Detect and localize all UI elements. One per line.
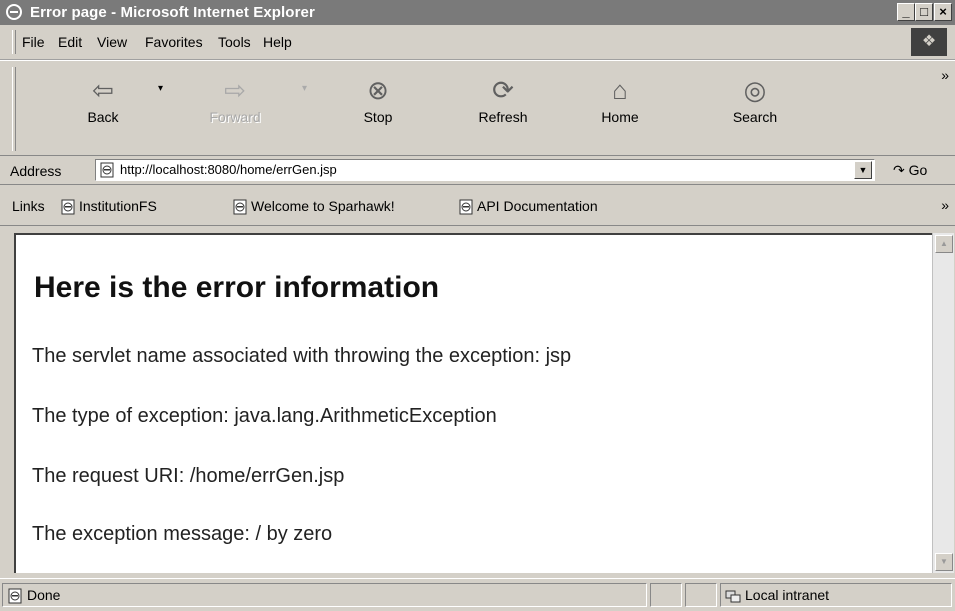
menu-view[interactable]: View — [97, 34, 127, 50]
address-input[interactable]: http://localhost:8080/home/errGen.jsp — [95, 159, 875, 181]
close-button[interactable]: × — [934, 3, 952, 21]
security-zone-label: Local intranet — [745, 587, 830, 603]
windows-logo-icon: ❖ — [911, 28, 947, 56]
servlet-name-line: The servlet name associated with throwin… — [32, 345, 572, 367]
address-label: Address — [10, 163, 62, 179]
forward-label: Forward — [209, 109, 261, 125]
stop-label: Stop — [363, 109, 393, 125]
refresh-label: Refresh — [478, 109, 528, 125]
exception-message-line: The exception message: / by zero — [32, 523, 333, 545]
menu-tools[interactable]: Tools — [218, 34, 251, 50]
forward-button[interactable]: ⇨ Forward — [190, 71, 280, 151]
link-institutionfs[interactable]: InstitutionFS — [60, 198, 157, 215]
forward-arrow-icon: ⇨ — [224, 75, 246, 105]
exception-type-line: The type of exception: java.lang.Arithme… — [32, 405, 497, 427]
forward-dropdown-icon[interactable]: ▾ — [302, 83, 307, 94]
link-label: API Documentation — [477, 198, 598, 214]
home-label: Home — [601, 109, 639, 125]
maximize-button[interactable]: □ — [915, 3, 933, 21]
menu-favorites[interactable]: Favorites — [145, 34, 203, 50]
status-panel-empty-1 — [650, 583, 682, 607]
address-url: http://localhost:8080/home/errGen.jsp — [120, 162, 337, 177]
back-label: Back — [87, 109, 119, 125]
ie-logo-icon — [6, 4, 22, 20]
links-more-chevron[interactable]: » — [941, 197, 949, 213]
page-heading: Here is the error information — [34, 271, 440, 304]
stop-button[interactable]: ⊗ Stop — [333, 71, 423, 151]
page-content[interactable]: Here is the error information The servle… — [14, 233, 932, 573]
intranet-icon — [725, 590, 741, 603]
link-label: InstitutionFS — [79, 198, 157, 214]
back-dropdown-icon[interactable]: ▾ — [158, 83, 163, 94]
standard-toolbar: ⇦ Back ▾ ⇨ Forward ▾ ⊗ Stop ⟳ Refresh ⌂ … — [0, 60, 955, 156]
toolbar-grip[interactable] — [12, 67, 16, 151]
window-title: Error page - Microsoft Internet Explorer — [30, 4, 315, 21]
address-bar: Address http://localhost:8080/home/errGe… — [0, 157, 955, 185]
page-icon — [61, 199, 75, 215]
search-label: Search — [732, 109, 778, 125]
security-zone-panel: Local intranet — [720, 583, 952, 607]
links-label: Links — [12, 198, 45, 214]
status-text: Done — [27, 587, 61, 603]
search-icon: ◎ — [743, 75, 767, 105]
menu-help[interactable]: Help — [263, 34, 292, 50]
scroll-up-icon[interactable]: ▲ — [935, 235, 953, 253]
status-panel-empty-2 — [685, 583, 717, 607]
stop-icon: ⊗ — [367, 75, 389, 105]
status-text-panel: Done — [2, 583, 647, 607]
vertical-scrollbar[interactable]: ▲ ▼ — [932, 233, 954, 573]
menu-file[interactable]: File — [22, 34, 45, 50]
link-welcome-sparhawk[interactable]: Welcome to Sparhawk! — [232, 198, 395, 215]
back-arrow-icon: ⇦ — [92, 75, 114, 105]
menu-grip[interactable] — [12, 30, 16, 54]
address-dropdown-icon[interactable]: ▼ — [854, 161, 872, 179]
browser-window: Error page - Microsoft Internet Explorer… — [0, 0, 955, 611]
menu-edit[interactable]: Edit — [58, 34, 82, 50]
home-button[interactable]: ⌂ Home — [575, 71, 665, 151]
links-bar: Links InstitutionFS Welcome to Sparhawk!… — [0, 186, 955, 226]
title-bar: Error page - Microsoft Internet Explorer… — [0, 0, 955, 25]
minimize-button[interactable]: _ — [897, 3, 915, 21]
page-icon — [100, 162, 114, 178]
link-api-documentation[interactable]: API Documentation — [458, 198, 598, 215]
page-icon — [8, 588, 22, 604]
refresh-button[interactable]: ⟳ Refresh — [458, 71, 548, 151]
home-icon: ⌂ — [612, 75, 628, 105]
refresh-icon: ⟳ — [492, 75, 514, 105]
request-uri-line: The request URI: /home/errGen.jsp — [32, 465, 345, 487]
link-label: Welcome to Sparhawk! — [251, 198, 395, 214]
back-button[interactable]: ⇦ Back — [58, 71, 148, 151]
menu-bar: File Edit View Favorites Tools Help ❖ — [0, 25, 955, 60]
page-icon — [459, 199, 473, 215]
toolbar-more-chevron[interactable]: » — [941, 67, 949, 83]
go-arrow-icon: ↷ — [893, 162, 905, 178]
page-icon — [233, 199, 247, 215]
search-button[interactable]: ◎ Search — [710, 71, 800, 151]
go-label: Go — [908, 162, 928, 178]
go-button[interactable]: ↷ Go — [893, 162, 927, 179]
scroll-down-icon[interactable]: ▼ — [935, 553, 953, 571]
status-bar: Done Local intranet — [0, 578, 955, 611]
